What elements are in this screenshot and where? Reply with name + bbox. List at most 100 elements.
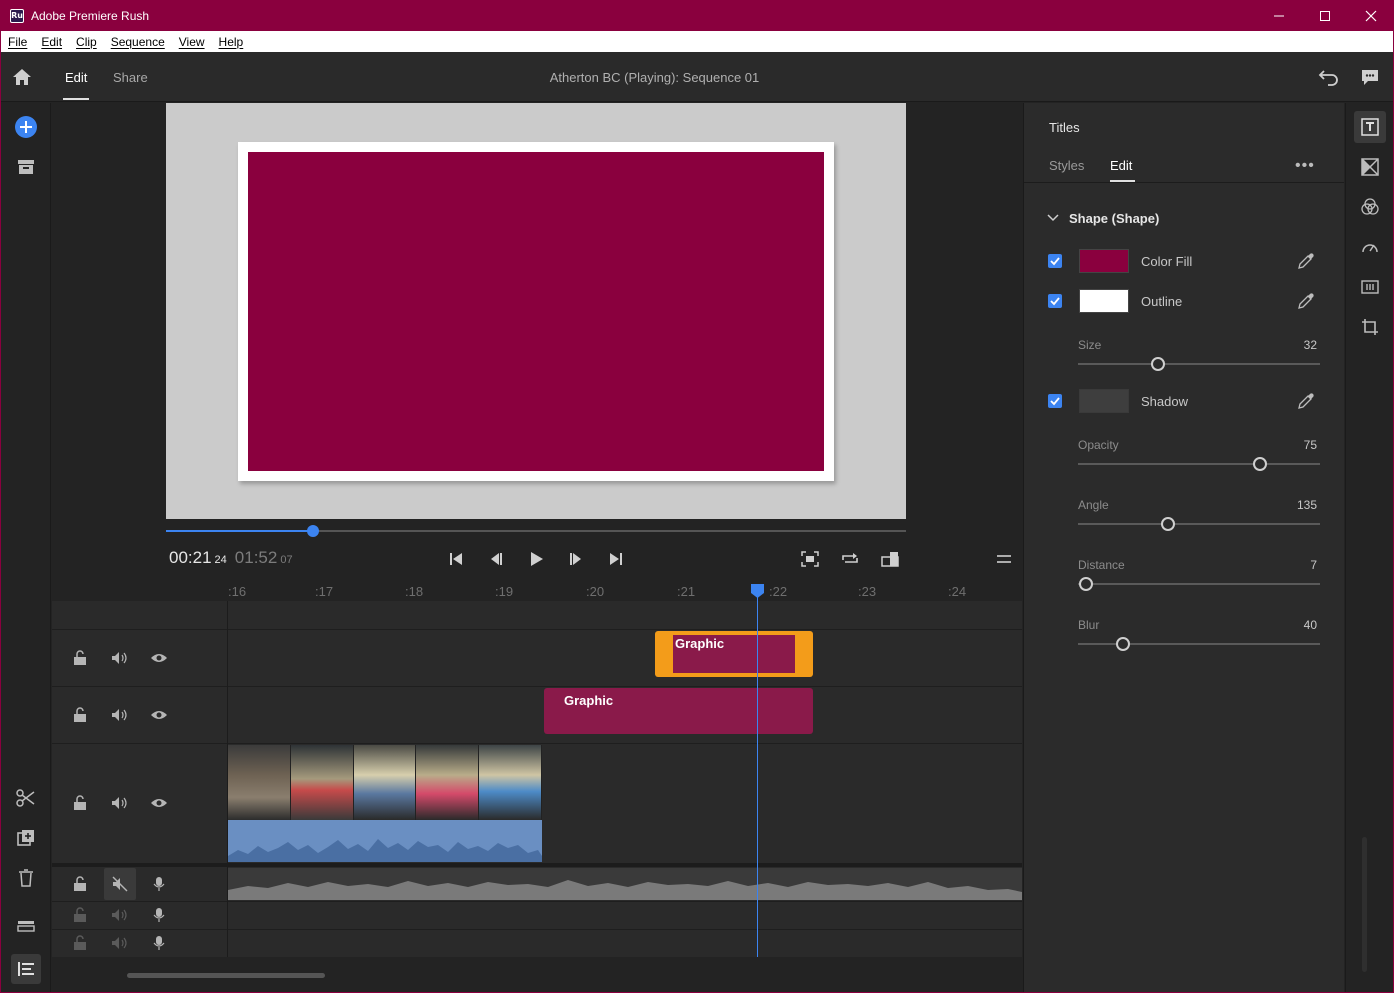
track-visibility-button[interactable] xyxy=(150,794,168,812)
more-options-icon[interactable]: ••• xyxy=(1295,157,1315,175)
audio-track-mute-button[interactable] xyxy=(111,906,129,924)
angle-label: Angle xyxy=(1078,498,1109,512)
chevron-down-icon[interactable] xyxy=(1047,212,1059,224)
track-mute-button[interactable] xyxy=(111,706,129,724)
go-to-start-button[interactable] xyxy=(446,549,466,569)
delete-clip-button[interactable] xyxy=(14,866,38,890)
current-frames: 24 xyxy=(214,554,227,566)
ruler-tick: :20 xyxy=(586,584,605,599)
distance-slider-track[interactable] xyxy=(1078,583,1320,585)
menu-file[interactable]: File xyxy=(8,35,27,49)
video-thumbnails xyxy=(228,745,542,820)
outline-checkbox[interactable] xyxy=(1048,294,1062,308)
timeline-menu-button[interactable] xyxy=(994,549,1014,569)
timeline-list-icon xyxy=(18,962,34,976)
color-tool-button[interactable] xyxy=(1361,198,1379,216)
crop-tool-button[interactable] xyxy=(1361,318,1379,336)
scrubber-handle[interactable] xyxy=(307,525,319,537)
feedback-chat-icon[interactable] xyxy=(1360,68,1380,86)
size-slider-track[interactable] xyxy=(1078,363,1320,365)
eyedropper-icon[interactable] xyxy=(1297,392,1315,410)
playhead-handle-icon[interactable] xyxy=(750,583,765,599)
audio-track-lock-button[interactable] xyxy=(71,875,89,893)
blur-slider-handle[interactable] xyxy=(1115,637,1130,651)
project-assets-button[interactable] xyxy=(14,155,38,179)
video-clip[interactable] xyxy=(228,745,542,862)
menu-edit[interactable]: Edit xyxy=(41,35,62,49)
audio-track-lock-button[interactable] xyxy=(71,906,89,924)
panel-vertical-scrollbar[interactable] xyxy=(1362,837,1367,972)
menu-view[interactable]: View xyxy=(179,35,205,49)
unlock-icon xyxy=(74,907,86,922)
loop-button[interactable] xyxy=(840,549,860,569)
transitions-tool-button[interactable] xyxy=(1361,158,1379,176)
track-lock-button[interactable] xyxy=(71,706,89,724)
eyedropper-icon[interactable] xyxy=(1297,252,1315,270)
angle-slider-track[interactable] xyxy=(1078,523,1320,525)
audio-track-mute-button[interactable] xyxy=(104,868,136,900)
timeline-ruler[interactable]: :16 :17 :18 :19 :20 :21 :22 :23 :24 xyxy=(52,581,1022,601)
clip-label: Graphic xyxy=(675,636,725,651)
color-fill-checkbox[interactable] xyxy=(1048,254,1062,268)
distance-value[interactable]: 7 xyxy=(1277,558,1317,572)
maximize-button[interactable] xyxy=(1302,1,1348,31)
titles-tool-button[interactable] xyxy=(1361,118,1379,136)
menu-sequence[interactable]: Sequence xyxy=(111,35,165,49)
track-mute-button[interactable] xyxy=(111,794,129,812)
speaker-icon xyxy=(112,909,127,921)
opacity-slider-handle[interactable] xyxy=(1252,457,1267,471)
speaker-icon xyxy=(112,652,127,664)
fit-view-button[interactable] xyxy=(800,549,820,569)
tab-edit-titles[interactable]: Edit xyxy=(1110,158,1132,173)
opacity-slider-track[interactable] xyxy=(1078,463,1320,465)
undo-icon[interactable] xyxy=(1318,67,1340,87)
timeline-horizontal-scrollbar[interactable] xyxy=(127,973,325,978)
close-button[interactable] xyxy=(1348,1,1394,31)
track-visibility-button[interactable] xyxy=(150,649,168,667)
audio-record-button[interactable] xyxy=(150,875,168,893)
graphic-shape[interactable] xyxy=(248,152,824,471)
audio-record-button[interactable] xyxy=(150,934,168,952)
audio-record-button[interactable] xyxy=(150,906,168,924)
angle-slider-handle[interactable] xyxy=(1160,517,1175,531)
track-options-button[interactable] xyxy=(14,914,38,938)
track-lock-button[interactable] xyxy=(71,794,89,812)
eyedropper-icon[interactable] xyxy=(1297,292,1315,310)
duplicate-clip-button[interactable] xyxy=(14,826,38,850)
audio-tool-button[interactable] xyxy=(1361,278,1379,296)
size-value[interactable]: 32 xyxy=(1277,338,1317,352)
section-header[interactable]: Shape (Shape) xyxy=(1069,211,1159,226)
audio-track-lock-button[interactable] xyxy=(71,934,89,952)
track-visibility-button[interactable] xyxy=(150,706,168,724)
outline-swatch[interactable] xyxy=(1079,289,1129,313)
angle-value[interactable]: 135 xyxy=(1277,498,1317,512)
timeline-toggle-button[interactable] xyxy=(11,954,41,984)
tab-styles[interactable]: Styles xyxy=(1049,158,1084,173)
minimize-button[interactable] xyxy=(1256,1,1302,31)
blur-value[interactable]: 40 xyxy=(1277,618,1317,632)
color-fill-swatch[interactable] xyxy=(1079,249,1129,273)
aspect-ratio-button[interactable] xyxy=(880,549,900,569)
shadow-swatch[interactable] xyxy=(1079,389,1129,413)
right-tool-rail xyxy=(1345,103,1393,992)
microphone-icon xyxy=(153,877,165,891)
step-back-button[interactable] xyxy=(486,549,506,569)
speed-tool-button[interactable] xyxy=(1361,238,1379,256)
blur-slider-track[interactable] xyxy=(1078,643,1320,645)
step-forward-button[interactable] xyxy=(566,549,586,569)
shadow-checkbox[interactable] xyxy=(1048,394,1062,408)
track-mute-button[interactable] xyxy=(111,649,129,667)
menu-help[interactable]: Help xyxy=(219,35,244,49)
current-time: 00:21 xyxy=(169,548,212,567)
size-slider-handle[interactable] xyxy=(1150,357,1165,371)
track-lock-button[interactable] xyxy=(71,649,89,667)
menu-clip[interactable]: Clip xyxy=(76,35,97,49)
opacity-value[interactable]: 75 xyxy=(1277,438,1317,452)
play-button[interactable] xyxy=(526,549,546,569)
audio-track-mute-button[interactable] xyxy=(111,934,129,952)
audio-track-waveform[interactable] xyxy=(228,868,1022,900)
speedometer-icon xyxy=(1362,244,1378,253)
split-clip-button[interactable] xyxy=(14,786,38,810)
go-to-end-button[interactable] xyxy=(606,549,626,569)
add-media-button[interactable] xyxy=(14,115,38,139)
